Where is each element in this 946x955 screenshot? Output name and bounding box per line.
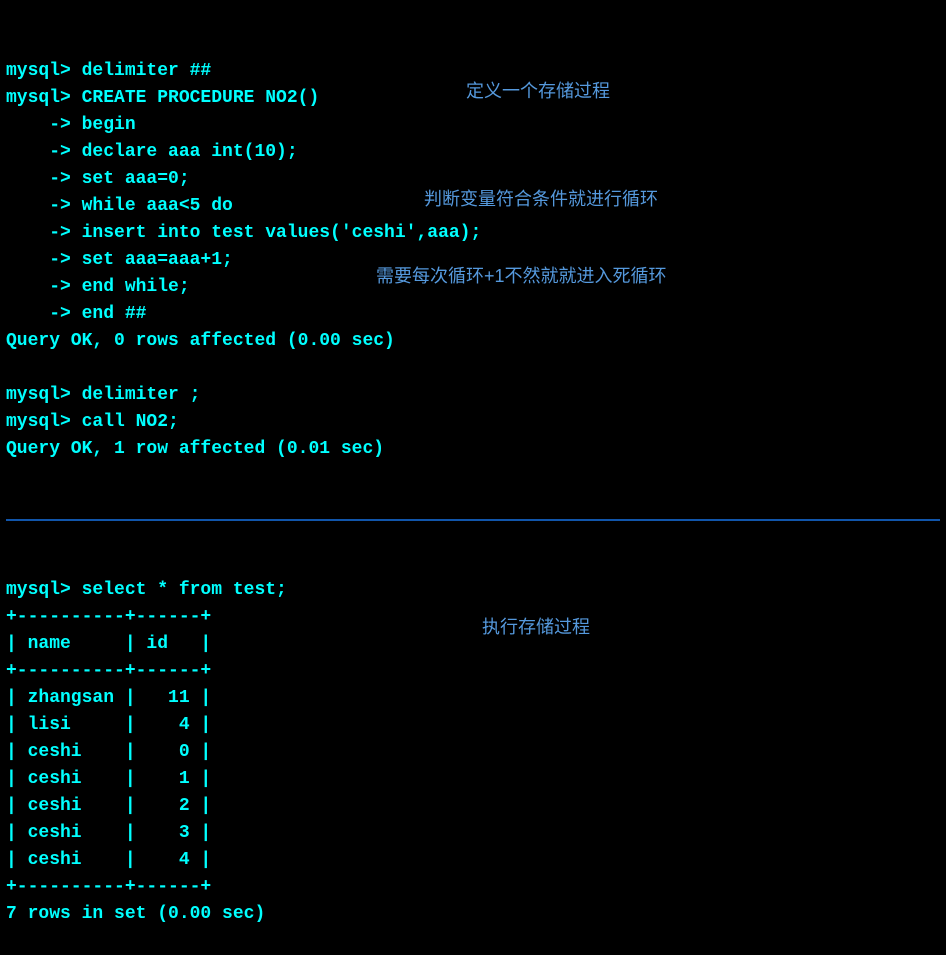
terminal-line: -> insert into test values('ceshi',aaa);: [6, 220, 940, 247]
mysql-terminal[interactable]: mysql> delimiter ##mysql> CREATE PROCEDU…: [6, 4, 940, 955]
terminal-line: -> begin: [6, 112, 940, 139]
terminal-line: | ceshi | 1 |: [6, 766, 940, 793]
section-select-results: mysql> select * from test;+----------+--…: [6, 577, 940, 928]
annotation-label: 判断变量符合条件就进行循环: [424, 186, 658, 213]
terminal-line: +----------+------+: [6, 604, 940, 631]
terminal-line: | ceshi | 0 |: [6, 739, 940, 766]
terminal-line: Query OK, 0 rows affected (0.00 sec): [6, 328, 940, 355]
annotation-label: 执行存储过程: [482, 614, 590, 641]
terminal-line: | lisi | 4 |: [6, 712, 940, 739]
terminal-line: +----------+------+: [6, 658, 940, 685]
terminal-line: +----------+------+: [6, 874, 940, 901]
annotation-label: 需要每次循环+1不然就就进入死循环: [376, 263, 667, 290]
terminal-line: Query OK, 1 row affected (0.01 sec): [6, 436, 940, 463]
section-divider: [6, 519, 940, 521]
terminal-line: | zhangsan | 11 |: [6, 685, 940, 712]
terminal-line: | ceshi | 2 |: [6, 793, 940, 820]
terminal-line: | name | id |: [6, 631, 940, 658]
terminal-line: -> end ##: [6, 301, 940, 328]
terminal-line: mysql> delimiter ;: [6, 382, 940, 409]
annotation-label: 定义一个存储过程: [466, 78, 610, 105]
section-create-procedure: mysql> delimiter ##mysql> CREATE PROCEDU…: [6, 58, 940, 463]
terminal-line: -> declare aaa int(10);: [6, 139, 940, 166]
terminal-line: mysql> call NO2;: [6, 409, 940, 436]
terminal-line: | ceshi | 4 |: [6, 847, 940, 874]
terminal-line: | ceshi | 3 |: [6, 820, 940, 847]
terminal-line: [6, 355, 940, 382]
terminal-line: mysql> select * from test;: [6, 577, 940, 604]
terminal-line: 7 rows in set (0.00 sec): [6, 901, 940, 928]
